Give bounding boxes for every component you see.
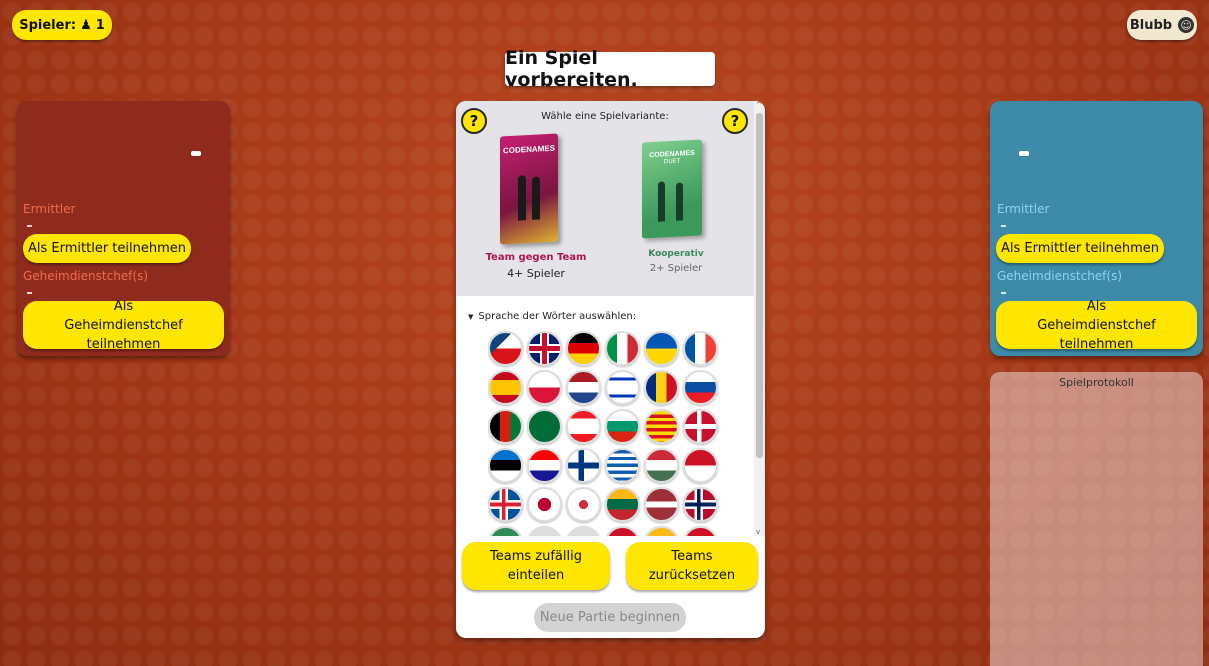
user-name: Blubb (1129, 17, 1173, 33)
red-spymasters-label: Geheimdienstchef(s) (23, 269, 149, 283)
finnish-flag[interactable] (566, 448, 601, 483)
bulgarian-flag[interactable] (605, 409, 640, 444)
lithuanian-flag[interactable] (605, 487, 640, 522)
estonian-flag[interactable] (488, 448, 523, 483)
game-log-panel: Spielprotokoll (990, 372, 1203, 666)
lebanese-flag[interactable] (566, 409, 601, 444)
start-game-button[interactable]: Neue Partie beginnen (534, 603, 686, 632)
user-menu-button[interactable]: Blubb ☺ (1127, 10, 1197, 40)
flag-partial[interactable] (527, 526, 562, 536)
italian-flag[interactable] (605, 331, 640, 366)
croatian-flag[interactable] (527, 448, 562, 483)
indonesian-flag[interactable] (683, 448, 718, 483)
japanese-flag[interactable] (527, 487, 562, 522)
flag-row (488, 487, 718, 522)
variant-prompt: Wähle eine Spielvariante: (541, 111, 669, 122)
language-flag-grid (488, 331, 728, 536)
variant-cooperative[interactable]: CODENAMES DUET Kooperativ 2+ Spieler (616, 131, 736, 281)
czech-flag[interactable] (488, 331, 523, 366)
box-title: CODENAMES (502, 143, 555, 156)
polish-flag[interactable] (527, 370, 562, 405)
variant-mode: Team gegen Team (485, 252, 587, 263)
romanian-flag[interactable] (644, 370, 679, 405)
saudi-flag[interactable] (527, 409, 562, 444)
ukrainian-flag[interactable] (644, 331, 679, 366)
red-team-score (191, 151, 201, 156)
person-icon: ♟ (80, 17, 92, 33)
flag-partial[interactable] (566, 526, 601, 536)
variant-selector: ? ? Wähle eine Spielvariante: CODENAMES … (456, 101, 754, 296)
latvian-flag[interactable] (644, 487, 679, 522)
variant-players: 4+ Spieler (507, 267, 565, 280)
blue-operatives-list (1001, 225, 1006, 227)
afghan-flag[interactable] (488, 409, 523, 444)
uk-flag[interactable] (527, 331, 562, 366)
slovak-flag[interactable] (683, 370, 718, 405)
blue-team-panel: - Ermittler Als Ermittler teilnehmen Geh… (990, 101, 1203, 356)
players-count: 1 (95, 17, 105, 33)
blue-spymasters-label: Geheimdienstchef(s) (997, 269, 1123, 283)
players-indicator[interactable]: Spieler: ♟ 1 (12, 10, 112, 40)
scrollbar[interactable]: ^ v (754, 101, 765, 536)
flag-row (488, 526, 718, 536)
icelandic-flag[interactable] (488, 487, 523, 522)
chevron-down-icon[interactable]: v (756, 528, 760, 536)
red-join-spymaster-button[interactable]: Als Geheimdienstchef teilnehmen (23, 299, 224, 352)
israeli-flag[interactable] (605, 370, 640, 405)
blue-team-score (1019, 151, 1029, 156)
page-title: Ein Spiel vorbereiten. (505, 47, 715, 91)
variant-mode: Kooperativ (648, 249, 704, 259)
blue-spymasters-list (1001, 292, 1006, 294)
variant-team-vs-team[interactable]: CODENAMES Team gegen Team 4+ Spieler (476, 131, 596, 281)
game-setup-panel: ? ? Wähle eine Spielvariante: CODENAMES … (456, 101, 765, 638)
flag-partial[interactable] (605, 526, 640, 536)
dutch-flag[interactable] (566, 370, 601, 405)
flag-row (488, 448, 718, 483)
greek-flag[interactable] (605, 448, 640, 483)
flag-partial[interactable] (683, 526, 718, 536)
smiley-icon: ☺ (1178, 17, 1195, 33)
codenames-duet-box-image: CODENAMES DUET (642, 139, 702, 239)
variant-players: 2+ Spieler (649, 263, 703, 274)
catalan-flag[interactable] (644, 409, 679, 444)
blue-join-operative-button[interactable]: Als Ermittler teilnehmen (996, 234, 1164, 263)
codenames-box-image: CODENAMES (500, 133, 558, 245)
red-team-panel: - Ermittler Als Ermittler teilnehmen Geh… (17, 101, 230, 356)
players-label: Spieler: (19, 17, 77, 33)
language-toggle[interactable]: ▼ Sprache der Wörter auswählen: (468, 311, 636, 322)
chevron-up-icon[interactable]: ^ (756, 101, 762, 109)
norwegian-flag[interactable] (683, 487, 718, 522)
german-flag[interactable] (566, 331, 601, 366)
korean-flag[interactable] (566, 487, 601, 522)
flag-row (488, 409, 718, 444)
language-prompt: Sprache der Wörter auswählen: (478, 311, 637, 322)
game-log-title: Spielprotokoll (1059, 376, 1134, 389)
flag-partial[interactable] (488, 526, 523, 536)
flag-partial[interactable] (644, 526, 679, 536)
danish-flag[interactable] (683, 409, 718, 444)
red-spymasters-list (27, 292, 32, 294)
red-join-operative-button[interactable]: Als Ermittler teilnehmen (23, 234, 191, 263)
french-flag[interactable] (683, 331, 718, 366)
red-operatives-label: Ermittler (23, 202, 76, 216)
hungarian-flag[interactable] (644, 448, 679, 483)
reset-teams-button[interactable]: Teams zurücksetzen (626, 542, 758, 590)
triangle-down-icon: ▼ (468, 312, 474, 321)
spanish-flag[interactable] (488, 370, 523, 405)
blue-join-spymaster-button[interactable]: Als Geheimdienstchef teilnehmen (996, 299, 1197, 352)
randomize-teams-button[interactable]: Teams zufällig einteilen (462, 542, 610, 590)
scrollbar-thumb[interactable] (756, 113, 763, 458)
flag-row (488, 370, 718, 405)
blue-operatives-label: Ermittler (997, 202, 1050, 216)
red-operatives-list (27, 225, 32, 227)
flag-row (488, 331, 718, 366)
